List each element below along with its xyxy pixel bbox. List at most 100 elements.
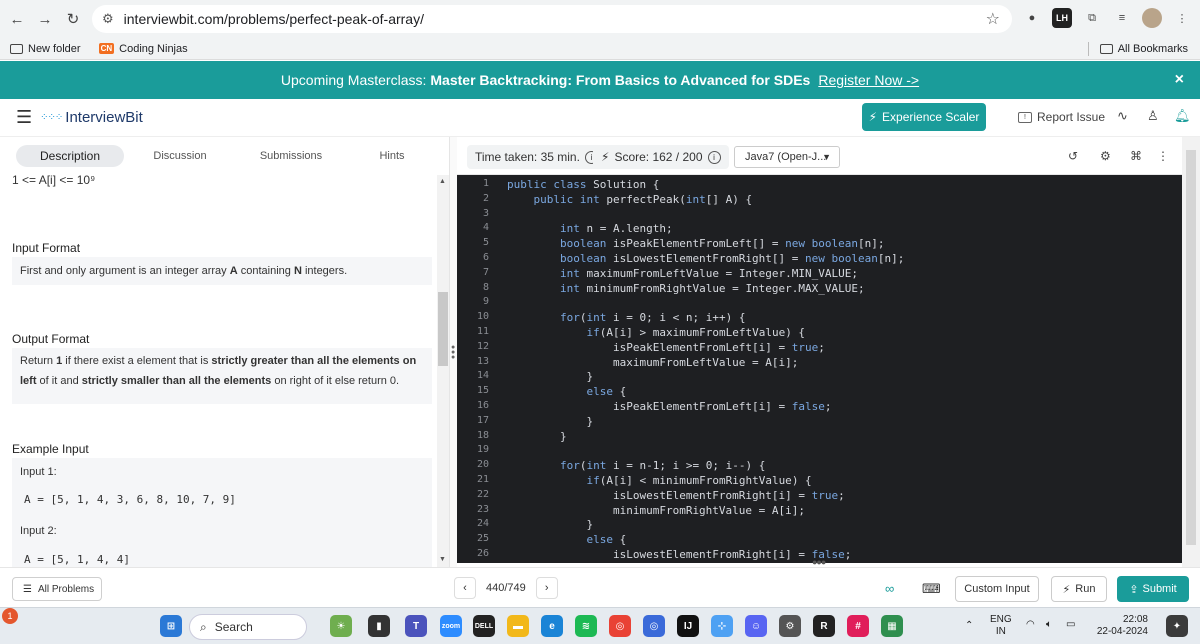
file-explorer-icon[interactable]: ▬: [507, 615, 529, 637]
all-problems-button[interactable]: ☰ All Problems: [12, 577, 102, 601]
code-line[interactable]: else {: [507, 385, 626, 398]
code-line[interactable]: minimumFromRightValue = A[i];: [507, 504, 805, 517]
bookmark-star-icon[interactable]: ☆: [986, 9, 1000, 29]
register-now-link[interactable]: Register Now ->: [818, 72, 919, 88]
language-indicator[interactable]: ENG IN: [990, 614, 1012, 638]
submit-button[interactable]: ⇪ Submit: [1117, 576, 1189, 602]
bookmark-new-folder[interactable]: New folder: [10, 43, 81, 55]
code-line[interactable]: maximumFromLeftValue = A[i];: [507, 356, 798, 369]
code-line[interactable]: public class Solution {: [507, 178, 659, 191]
problem-scrollbar-thumb[interactable]: [438, 292, 448, 366]
code-line[interactable]: if(A[i] > maximumFromLeftValue) {: [507, 326, 805, 339]
battery-icon[interactable]: ▭: [1066, 619, 1075, 631]
reset-code-icon[interactable]: ↺: [1068, 149, 1078, 163]
profile-avatar[interactable]: [1142, 8, 1162, 28]
reload-icon[interactable]: ↻: [62, 8, 84, 30]
chrome-profile-icon[interactable]: ◎: [643, 615, 665, 637]
tab-submissions[interactable]: Submissions: [250, 145, 332, 167]
editor-scrollbar-thumb[interactable]: [1186, 150, 1196, 545]
puzzle-icon[interactable]: ⧉: [1082, 8, 1102, 28]
experience-scaler-button[interactable]: ⚡ Experience Scaler: [862, 103, 986, 131]
language-select[interactable]: Java7 (Open-J... ▼: [734, 146, 840, 168]
zoom-icon[interactable]: zoom: [440, 615, 462, 637]
tab-discussion[interactable]: Discussion: [140, 145, 220, 167]
network-app-icon[interactable]: ⊹: [711, 615, 733, 637]
more-options-icon[interactable]: ⋮: [1157, 149, 1169, 163]
edge-icon[interactable]: e: [541, 615, 563, 637]
code-line[interactable]: for(int i = n-1; i >= 0; i--) {: [507, 459, 765, 472]
calculator-icon[interactable]: ▦: [881, 615, 903, 637]
code-line[interactable]: }: [507, 415, 593, 428]
scaler-companion-icon[interactable]: ∞: [885, 581, 894, 596]
spotify-icon[interactable]: ≋: [575, 615, 597, 637]
dell-icon[interactable]: DELL: [473, 615, 495, 637]
code-line[interactable]: int maximumFromLeftValue = Integer.MIN_V…: [507, 267, 858, 280]
chrome-icon[interactable]: ◎: [609, 615, 631, 637]
code-line[interactable]: int n = A.length;: [507, 222, 673, 235]
extension-icon[interactable]: ●: [1022, 8, 1042, 28]
shortcuts-icon[interactable]: ⌘: [1130, 149, 1142, 163]
code-line[interactable]: }: [507, 370, 593, 383]
prev-problem-icon[interactable]: ‹: [454, 577, 476, 599]
code-line[interactable]: for(int i = 0; i < n; i++) {: [507, 311, 746, 324]
tab-hints[interactable]: Hints: [370, 145, 414, 167]
clock[interactable]: 22:08 22-04-2024: [1088, 614, 1148, 638]
hamburger-menu-icon[interactable]: ☰: [16, 107, 32, 128]
drag-handle-icon[interactable]: ● ● ●: [451, 344, 455, 361]
code-line[interactable]: }: [507, 518, 593, 531]
code-line[interactable]: isLowestElementFromRight[i] = false;: [507, 548, 851, 561]
code-line[interactable]: isPeakElementFromLeft[i] = false;: [507, 400, 832, 413]
discord-icon[interactable]: ☺: [745, 615, 767, 637]
code-line[interactable]: public int perfectPeak(int[] A) {: [507, 193, 753, 206]
back-icon[interactable]: ←: [6, 8, 28, 30]
info-icon[interactable]: i: [707, 150, 721, 164]
terminal-icon[interactable]: ⌨: [922, 581, 941, 597]
volume-icon[interactable]: 🔈︎: [1046, 619, 1052, 631]
wifi-icon[interactable]: ◠: [1026, 619, 1035, 631]
resize-handle-icon[interactable]: ●●●: [812, 557, 826, 567]
user-icon[interactable]: ♙: [1147, 108, 1159, 124]
weather-app-icon[interactable]: ☀: [330, 615, 352, 637]
banner-close-icon[interactable]: ×: [1175, 71, 1184, 89]
run-button[interactable]: ⚡ Run: [1051, 576, 1107, 602]
code-line[interactable]: else {: [507, 533, 626, 546]
code-line[interactable]: }: [507, 430, 567, 443]
menu-dots-icon[interactable]: ⋮: [1172, 8, 1192, 28]
code-line[interactable]: boolean isPeakElementFromLeft[] = new bo…: [507, 237, 885, 250]
tray-overflow-icon[interactable]: ⌃: [965, 620, 973, 632]
code-editor[interactable]: 1 2 3 4 5 6 7 8 9 10 11 12 13 14 15 16 17 18 19 20 21 22 23 24 2…: [457, 175, 1182, 563]
bookmark-coding-ninjas[interactable]: CN Coding Ninjas: [98, 43, 188, 55]
scroll-up-icon[interactable]: ▲: [439, 178, 446, 185]
next-problem-icon[interactable]: ›: [535, 577, 558, 599]
notification-badge[interactable]: 1: [2, 608, 18, 624]
code-line[interactable]: boolean isLowestElementFromRight[] = new…: [507, 252, 904, 265]
code-line[interactable]: isLowestElementFromRight[i] = true;: [507, 489, 845, 502]
windows-start-icon[interactable]: ⊞: [160, 615, 182, 637]
problem-scrollbar[interactable]: [437, 175, 449, 567]
settings-gear-icon[interactable]: ⚙: [1100, 149, 1111, 163]
all-bookmarks[interactable]: All Bookmarks: [1087, 41, 1188, 56]
slack-icon[interactable]: #: [847, 615, 869, 637]
site-info-icon[interactable]: ⚙: [102, 11, 114, 27]
address-bar[interactable]: ⚙ interviewbit.com/problems/perfect-peak…: [92, 5, 1012, 33]
code-line[interactable]: int minimumFromRightValue = Integer.MAX_…: [507, 282, 865, 295]
notification-bell-icon[interactable]: 🔔︎: [1174, 108, 1191, 124]
code-line[interactable]: if(A[i] < minimumFromRightValue) {: [507, 474, 811, 487]
lh-extension-icon[interactable]: LH: [1052, 8, 1072, 28]
forward-icon[interactable]: →: [34, 8, 56, 30]
activity-icon[interactable]: ∿: [1117, 108, 1128, 124]
task-view-icon[interactable]: ▮: [368, 615, 390, 637]
settings-app-icon[interactable]: ⚙: [779, 615, 801, 637]
r-app-icon[interactable]: R: [813, 615, 835, 637]
code-line[interactable]: isPeakElementFromLeft[i] = true;: [507, 341, 825, 354]
copilot-icon[interactable]: ✦: [1166, 615, 1188, 637]
scroll-down-icon[interactable]: ▼: [439, 556, 446, 563]
custom-input-button[interactable]: Custom Input: [955, 576, 1039, 602]
tab-description[interactable]: Description: [16, 145, 124, 167]
teams-icon[interactable]: T: [405, 615, 427, 637]
report-issue-button[interactable]: ! Report Issue: [1018, 110, 1105, 124]
tab-search-icon[interactable]: ≡: [1112, 8, 1132, 28]
taskbar-search[interactable]: ⌕ Search: [189, 614, 307, 640]
intellij-icon[interactable]: IJ: [677, 615, 699, 637]
interviewbit-logo[interactable]: ⁘⁘⁘ InterviewBit: [40, 109, 143, 126]
